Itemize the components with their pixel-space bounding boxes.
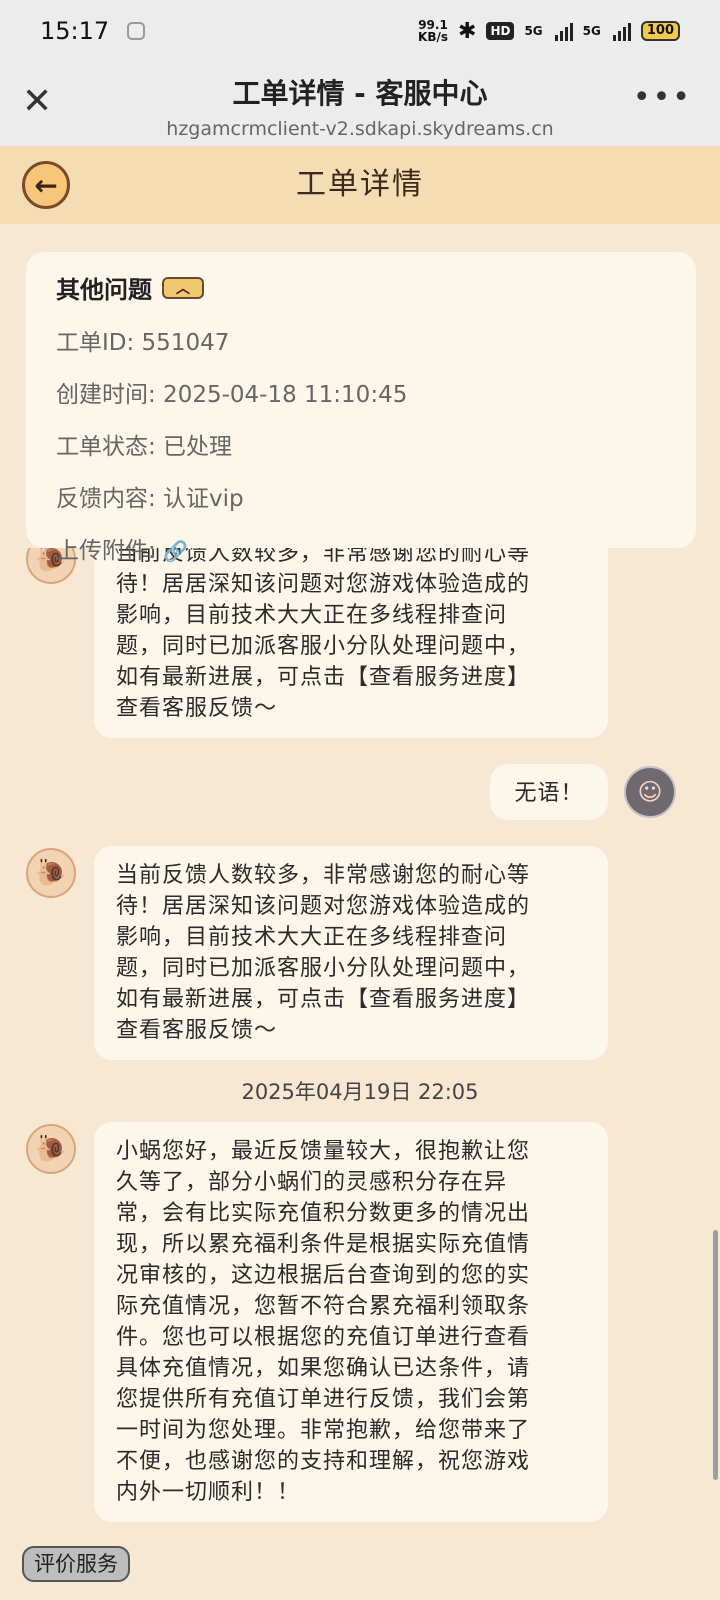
service-avatar: 🐌 — [26, 1124, 76, 1174]
message-line: 际充值情况，您暂不符合累充福利领取条 — [116, 1294, 531, 1319]
message-line: 影响，目前技术大大正在多线程排查问 — [116, 603, 508, 628]
ticket-status: 工单状态: 已处理 — [56, 434, 233, 460]
rate-service-button[interactable]: 评价服务 — [22, 1546, 130, 1582]
close-icon[interactable]: ✕ — [22, 84, 52, 120]
clock: 15:17 — [40, 17, 110, 45]
service-message-bubble: 当前反馈人数较多，非常感谢您的耐心等 待！居居深知该问题对您游戏体验造成的 影响… — [94, 846, 608, 1060]
message-line: 待！居居深知该问题对您游戏体验造成的 — [116, 572, 531, 597]
sim2-label: 5G — [582, 24, 601, 38]
page-header: ← 工单详情 — [0, 146, 720, 224]
scrollbar[interactable] — [713, 1230, 718, 1480]
service-message-bubble: 小蜗您好，最近反馈量较大，很抱歉让您 久等了，部分小蜗们的灵感积分存在异 常，会… — [94, 1122, 608, 1522]
service-avatar: 🐌 — [26, 848, 76, 898]
message-line: 查看客服反馈～ — [116, 696, 278, 721]
message-line: 如有最新进展，可点击【查看服务进度】 — [116, 665, 531, 690]
message-line: 常，会有比实际充值积分数更多的情况出 — [116, 1201, 531, 1226]
message-line: 件。您也可以根据您的充值订单进行查看 — [116, 1325, 531, 1350]
battery-icon: 100 — [640, 21, 680, 41]
message-line: 查看客服反馈～ — [116, 1018, 278, 1043]
message-line: 小蜗您好，最近反馈量较大，很抱歉让您 — [116, 1139, 531, 1164]
message-line: 内外一切顺利！！ — [116, 1480, 301, 1505]
message-line: 久等了，部分小蜗们的灵感积分存在异 — [116, 1170, 508, 1195]
more-menu-icon[interactable]: ••• — [633, 80, 692, 115]
message-line: 如有最新进展，可点击【查看服务进度】 — [116, 987, 531, 1012]
browser-url: hzgamcrmclient-v2.sdkapi.skydreams.cn — [166, 118, 554, 140]
message-line: 况审核的，这边根据后台查询到的您的实 — [116, 1263, 531, 1288]
message-line: 您提供所有充值订单进行反馈，我们会第 — [116, 1387, 531, 1412]
chat-area[interactable]: 🐌 当前反馈人数较多，非常感谢您的耐心等 待！居居深知该问题对您游戏体验造成的 … — [0, 548, 720, 1600]
ticket-category-row: 其他问题 ︿ — [56, 270, 666, 305]
link-icon[interactable]: 🔗 — [163, 539, 188, 563]
page-title: 工单详情 — [296, 167, 424, 202]
message-line: 具体充值情况，如果您确认已达条件，请 — [116, 1356, 531, 1381]
message-line: 待！居居深知该问题对您游戏体验造成的 — [116, 894, 531, 919]
message-line: 题，同时已加派客服小分队处理问题中， — [116, 634, 531, 659]
chevron-up-icon: ︿ — [176, 280, 190, 297]
network-speed: 99.1 KB/s — [418, 19, 448, 43]
back-button[interactable]: ← — [22, 161, 70, 209]
message-line: 影响，目前技术大大正在多线程排查问 — [116, 925, 508, 950]
message-line: 题，同时已加派客服小分队处理问题中， — [116, 956, 531, 981]
user-avatar: ☺ — [624, 766, 676, 818]
message-line: 现，所以累充福利条件是根据实际充值情 — [116, 1232, 531, 1257]
chat-timestamp: 2025年04月19日 22:05 — [241, 1080, 479, 1104]
user-message-bubble: 无语！ — [490, 764, 608, 820]
message-line: 当前反馈人数较多，非常感谢您的耐心等 — [116, 863, 531, 888]
status-bar: 15:17 99.1 KB/s ✱ HD 5G 5G 100 — [0, 0, 720, 62]
hd-badge: HD — [486, 22, 515, 40]
browser-header: ✕ 工单详情 - 客服中心 hzgamcrmclient-v2.sdkapi.s… — [0, 62, 720, 146]
lock-icon — [127, 22, 146, 40]
message-line: 无语！ — [514, 781, 584, 806]
network-speed-unit: KB/s — [418, 30, 448, 44]
signal-icon — [554, 21, 573, 41]
signal-icon — [612, 21, 631, 41]
message-line: 一时间为您处理。非常抱歉，给您带来了 — [116, 1418, 531, 1443]
collapse-toggle-button[interactable]: ︿ — [162, 276, 204, 299]
ticket-id: 工单ID: 551047 — [56, 330, 230, 356]
bluetooth-icon: ✱ — [458, 18, 477, 44]
message-line: 不便，也感谢您的支持和理解，祝您游戏 — [116, 1449, 531, 1474]
service-message-bubble: 当前反馈人数较多，非常感谢您的耐心等 待！居居深知该问题对您游戏体验造成的 影响… — [94, 548, 608, 738]
ticket-attachment-label: 上传附件: — [56, 538, 156, 564]
arrow-left-icon: ← — [34, 168, 58, 202]
ticket-created-time: 创建时间: 2025-04-18 11:10:45 — [56, 382, 408, 408]
ticket-feedback: 反馈内容: 认证vip — [56, 486, 244, 512]
status-icons: 99.1 KB/s ✱ HD 5G 5G 100 — [418, 19, 680, 44]
ticket-attachment-row: 上传附件: 🔗 — [56, 531, 666, 565]
ticket-info-card: 其他问题 ︿ 工单ID: 551047 创建时间: 2025-04-18 11:… — [26, 252, 696, 564]
browser-title: 工单详情 - 客服中心 — [232, 77, 488, 110]
ticket-category: 其他问题 — [56, 276, 152, 304]
sim1-label: 5G — [524, 24, 543, 38]
